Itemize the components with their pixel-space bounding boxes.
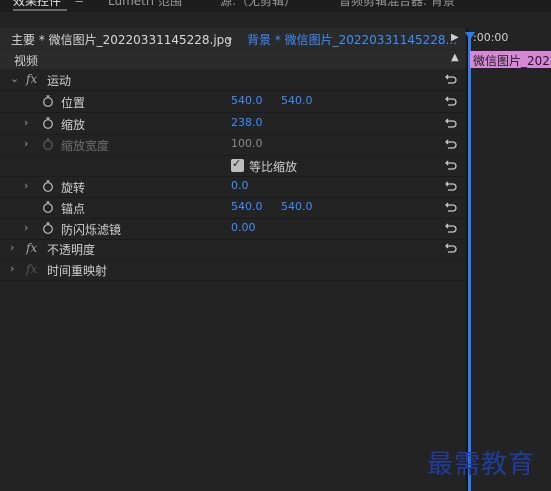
chevron-down-icon[interactable]: ⌄ (225, 31, 234, 44)
fx-icon[interactable]: fx (26, 72, 37, 86)
stopwatch-icon[interactable] (42, 95, 54, 107)
tab-effect-controls[interactable]: 效果控件 (13, 0, 61, 9)
chevron-right-icon[interactable]: › (24, 137, 28, 150)
property-row-flicker: › 防闪烁滤镜 0.00 (0, 218, 466, 240)
uniform-scale-checkbox[interactable]: ✓ (231, 157, 244, 172)
scale-width-value: 100.0 (231, 137, 263, 150)
fx-icon[interactable]: fx (26, 241, 37, 255)
chevron-right-icon[interactable]: › (10, 262, 14, 275)
position-x-value[interactable]: 540.0 (231, 94, 263, 107)
time-remap-label: 时间重映射 (47, 264, 108, 278)
property-row-rotation: › 旋转 0.0 (0, 176, 466, 198)
position-y-value[interactable]: 540.0 (281, 94, 313, 107)
playhead-line[interactable] (468, 32, 471, 491)
scale-value[interactable]: 238.0 (231, 116, 263, 129)
stopwatch-icon[interactable] (42, 117, 54, 129)
stopwatch-icon[interactable] (42, 201, 54, 213)
play-triangle-icon[interactable]: ▶ (451, 32, 459, 43)
property-row-uniform-scale: ✓ 等比缩放 (0, 155, 466, 177)
watermark-logo: 最需教育 (427, 450, 536, 480)
effect-row-opacity[interactable]: › fx 不透明度 (0, 238, 466, 260)
checkmark-icon: ✓ (232, 157, 242, 170)
reset-icon[interactable] (444, 200, 458, 214)
property-row-scale: › 缩放 238.0 (0, 113, 466, 135)
sequence-clip-dropdown[interactable]: 背景 * 微信图片_20220331145228... (247, 31, 457, 48)
position-label: 位置 (61, 96, 86, 110)
stopwatch-icon (43, 138, 53, 150)
stopwatch-icon[interactable] (42, 180, 54, 192)
rotation-label: 旋转 (61, 181, 86, 195)
reset-icon[interactable] (444, 116, 458, 130)
chevron-right-icon[interactable]: › (10, 241, 14, 254)
video-section-label: 视频 (14, 54, 39, 68)
timeline-clip-label: 微信图片_2022 (473, 54, 551, 68)
tab-source[interactable]: 源:（无剪辑） (220, 0, 296, 9)
collapse-up-icon[interactable]: ▲ (451, 52, 459, 63)
reset-icon[interactable] (444, 72, 458, 86)
stopwatch-icon[interactable] (42, 222, 54, 234)
fx-icon: fx (26, 262, 38, 276)
scale-label: 缩放 (61, 118, 86, 132)
reset-icon[interactable] (444, 94, 458, 108)
timeline-clip[interactable]: 微信图片_2022 (470, 51, 551, 68)
reset-icon[interactable] (444, 241, 458, 255)
chevron-right-icon[interactable]: › (24, 116, 28, 129)
reset-icon[interactable] (444, 179, 458, 193)
reset-icon[interactable] (444, 158, 458, 172)
tab-audio-clip-mixer[interactable]: 音频剪辑混合器: 背景 (339, 0, 455, 9)
reset-icon[interactable] (444, 221, 458, 235)
anchor-label: 锚点 (61, 202, 86, 216)
anchor-x-value[interactable]: 540.0 (231, 200, 263, 213)
tab-lumetri-scopes[interactable]: Lumetri 范围 (108, 0, 182, 9)
panel-menu-icon[interactable]: ≡ (74, 0, 84, 6)
mini-timeline[interactable]: :00:00 微信图片_2022 (465, 28, 551, 491)
property-row-scale-width: › 缩放宽度 100.0 (0, 134, 466, 156)
master-clip-label[interactable]: 主要 * 微信图片_20220331145228.jpg (11, 31, 232, 48)
chevron-right-icon[interactable]: › (24, 221, 28, 234)
timeline-timecode: :00:00 (473, 31, 509, 44)
chevron-down-icon[interactable]: ⌄ (10, 72, 19, 85)
property-row-position: 位置 540.0 540.0 (0, 91, 466, 113)
chevron-right-icon[interactable]: › (24, 179, 28, 192)
opacity-label: 不透明度 (47, 243, 96, 257)
reset-icon[interactable] (444, 137, 458, 151)
anchor-y-value[interactable]: 540.0 (281, 200, 313, 213)
uniform-scale-label: 等比缩放 (249, 160, 298, 174)
playhead-marker-icon[interactable] (465, 32, 475, 40)
flicker-label: 防闪烁滤镜 (61, 223, 122, 237)
rotation-value[interactable]: 0.0 (231, 179, 249, 192)
active-tab-indicator (13, 9, 67, 11)
flicker-value[interactable]: 0.00 (231, 221, 256, 234)
panel-tab-bar: 效果控件 ≡ Lumetri 范围 源:（无剪辑） 音频剪辑混合器: 背景 (0, 0, 551, 12)
motion-label: 运动 (47, 74, 72, 88)
effect-row-time-remap[interactable]: › fx 时间重映射 (0, 259, 466, 281)
source-clip-row: 主要 * 微信图片_20220331145228.jpg ⌄ 背景 * 微信图片… (0, 28, 466, 49)
property-row-anchor: 锚点 540.0 540.0 (0, 197, 466, 219)
effect-row-motion[interactable]: ⌄ fx 运动 (0, 69, 466, 91)
video-section-header: 视频 ▲ (0, 50, 466, 69)
scale-width-label: 缩放宽度 (61, 139, 110, 153)
